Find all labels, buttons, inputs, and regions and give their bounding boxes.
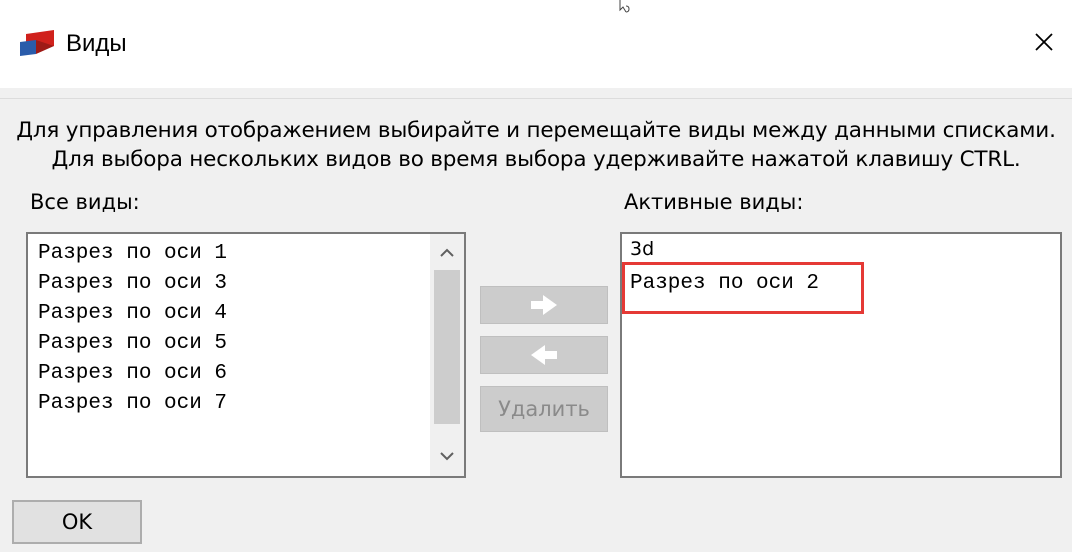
instructions-line-2: Для выбора нескольких видов во время выб…: [51, 147, 1021, 172]
list-item[interactable]: Разрез по оси 7: [38, 392, 227, 415]
delete-button-label: Удалить: [498, 397, 590, 421]
divider: [0, 98, 1072, 99]
move-right-button[interactable]: [480, 286, 608, 324]
views-dialog: Виды Для управления отображением выбирай…: [0, 0, 1072, 552]
delete-button[interactable]: Удалить: [480, 386, 608, 432]
dialog-body: Для управления отображением выбирайте и …: [0, 88, 1072, 552]
all-views-listbox[interactable]: Разрез по оси 1 Разрез по оси 3 Разрез п…: [26, 232, 466, 478]
list-item[interactable]: Разрез по оси 5: [38, 332, 227, 355]
move-left-button[interactable]: [480, 336, 608, 374]
arrow-right-icon: [531, 295, 557, 315]
close-icon[interactable]: [1024, 22, 1064, 62]
instructions-text: Для управления отображением выбирайте и …: [0, 116, 1072, 174]
ok-button[interactable]: OK: [12, 500, 142, 544]
ok-button-label: OK: [61, 510, 93, 534]
list-item[interactable]: Разрез по оси 4: [38, 302, 227, 325]
active-views-label: Активные виды:: [624, 190, 804, 214]
active-views-listbox[interactable]: 3d Разрез по оси 2: [620, 232, 1062, 478]
arrow-left-icon: [531, 345, 557, 365]
scroll-down-icon[interactable]: [430, 440, 464, 472]
list-item[interactable]: Разрез по оси 3: [38, 272, 227, 295]
vertical-scrollbar[interactable]: [430, 234, 464, 476]
list-item-highlighted[interactable]: Разрез по оси 2: [630, 272, 819, 295]
scrollbar-thumb[interactable]: [434, 270, 460, 424]
window-title: Виды: [66, 30, 127, 57]
list-item[interactable]: Разрез по оси 1: [38, 242, 227, 265]
app-logo-icon: [20, 30, 54, 56]
list-item[interactable]: 3d: [630, 238, 654, 260]
all-views-label: Все виды:: [30, 190, 140, 214]
mouse-cursor-icon: [619, 0, 630, 13]
instructions-line-1: Для управления отображением выбирайте и …: [16, 118, 1056, 143]
title-bar: Виды: [0, 0, 1072, 88]
scroll-up-icon[interactable]: [430, 236, 464, 268]
list-item[interactable]: Разрез по оси 6: [38, 362, 227, 385]
